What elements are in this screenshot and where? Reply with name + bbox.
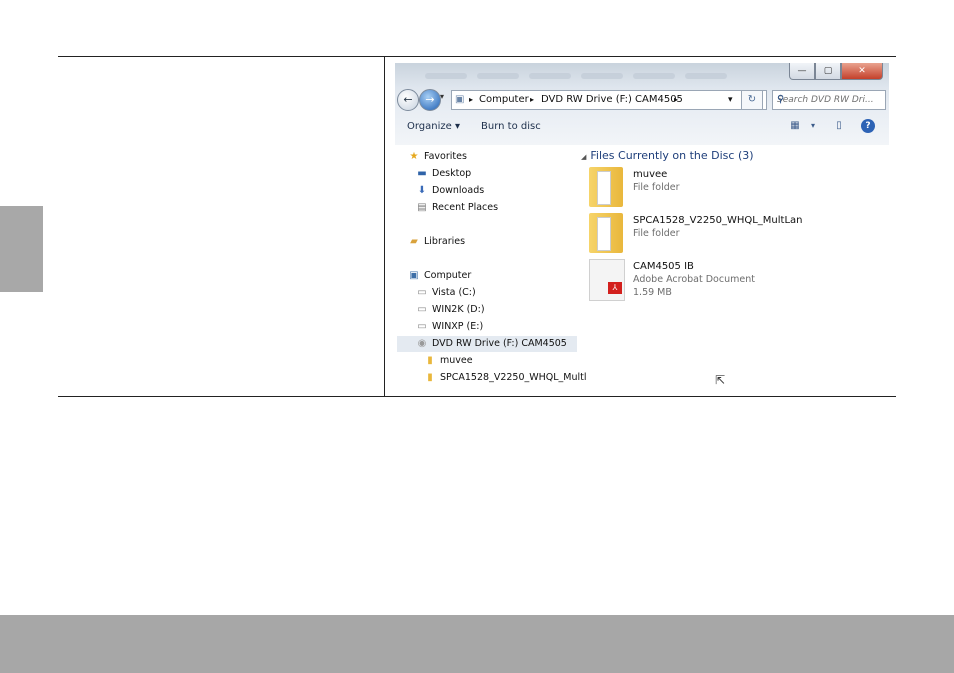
address-dropdown-icon[interactable]: ▾ bbox=[728, 91, 733, 109]
libraries-icon: ▰ bbox=[410, 236, 418, 247]
pdf-document-icon: ⅄ bbox=[589, 259, 625, 301]
recent-places-icon: ▤ bbox=[417, 202, 427, 213]
nav-favorites[interactable]: ★ Favorites bbox=[407, 149, 467, 165]
table-column-divider bbox=[384, 57, 385, 396]
hard-drive-icon: ▭ bbox=[417, 287, 427, 298]
navigation-row: ← → ▾ ▣ ▸ Computer ▸ DVD RW Drive (F:) C… bbox=[397, 88, 887, 112]
file-type: File folder bbox=[633, 182, 680, 193]
file-name: SPCA1528_V2250_WHQL_MultLan bbox=[633, 215, 803, 226]
acrobat-icon: ⅄ bbox=[608, 282, 622, 294]
nav-recent-places-label: Recent Places bbox=[432, 202, 499, 213]
address-bar[interactable]: ▣ ▸ Computer ▸ DVD RW Drive (F:) CAM4505… bbox=[451, 90, 767, 110]
file-size: 1.59 MB bbox=[633, 287, 672, 298]
nav-drive-e-label: WINXP (E:) bbox=[432, 321, 484, 332]
back-arrow-icon: ← bbox=[403, 93, 413, 106]
file-list: ◢ Files Currently on the Disc (3) muvee F… bbox=[579, 145, 889, 389]
downloads-icon: ⬇ bbox=[417, 185, 427, 196]
file-type: Adobe Acrobat Document bbox=[633, 274, 755, 285]
nav-downloads-label: Downloads bbox=[432, 185, 485, 196]
back-button[interactable]: ← bbox=[397, 89, 419, 111]
nav-drive-e[interactable]: ▭ WINXP (E:) bbox=[415, 319, 483, 335]
folder-icon: ▮ bbox=[427, 355, 433, 366]
nav-dvd-drive[interactable]: ◉ DVD RW Drive (F:) CAM4505 bbox=[415, 336, 567, 352]
nav-libraries[interactable]: ▰ Libraries bbox=[407, 234, 465, 250]
nav-folder-spca-label: SPCA1528_V2250_WHQL_Multl bbox=[440, 372, 587, 383]
nav-recent-places[interactable]: ▤ Recent Places bbox=[415, 200, 498, 216]
blurred-title-area bbox=[425, 73, 727, 79]
search-icon[interactable]: ⚲ bbox=[777, 91, 882, 109]
file-item-spca[interactable]: SPCA1528_V2250_WHQL_MultLan File folder bbox=[589, 213, 889, 257]
forward-button[interactable]: → bbox=[419, 89, 441, 111]
dvd-drive-icon: ◉ bbox=[417, 338, 427, 349]
mouse-cursor-icon: ⇱ bbox=[715, 373, 726, 387]
collapse-triangle-icon[interactable]: ◢ bbox=[581, 153, 586, 161]
nav-drive-c-label: Vista (C:) bbox=[432, 287, 476, 298]
nav-drive-d[interactable]: ▭ WIN2K (D:) bbox=[415, 302, 485, 318]
views-dropdown-icon[interactable]: ▾ bbox=[805, 119, 821, 133]
search-input[interactable]: Search DVD RW Dri... ⚲ bbox=[772, 90, 886, 110]
breadcrumb-computer[interactable]: Computer bbox=[479, 91, 529, 109]
desktop-icon: ▬ bbox=[417, 168, 427, 179]
nav-favorites-label: Favorites bbox=[424, 151, 467, 162]
help-icon[interactable]: ? bbox=[861, 119, 875, 133]
refresh-button[interactable]: ↻ bbox=[741, 90, 763, 110]
nav-computer[interactable]: ▣ Computer bbox=[407, 268, 471, 284]
recent-pages-dropdown-icon[interactable]: ▾ bbox=[440, 92, 444, 101]
file-item-cam4505[interactable]: ⅄ CAM4505 IB Adobe Acrobat Document 1.59… bbox=[589, 259, 889, 303]
hard-drive-icon: ▭ bbox=[417, 321, 427, 332]
group-header-label: Files Currently on the Disc (3) bbox=[590, 149, 754, 162]
change-view-icon[interactable]: ▦ bbox=[787, 119, 803, 133]
minimize-button[interactable]: — bbox=[789, 63, 815, 80]
forward-arrow-icon: → bbox=[425, 93, 435, 106]
maximize-button[interactable]: ▢ bbox=[815, 63, 841, 80]
breadcrumb-separator-icon[interactable]: ▸ bbox=[674, 91, 678, 109]
nav-drive-c[interactable]: ▭ Vista (C:) bbox=[415, 285, 476, 301]
folder-icon: ▮ bbox=[427, 372, 433, 383]
nav-downloads[interactable]: ⬇ Downloads bbox=[415, 183, 484, 199]
explorer-window: — ▢ ✕ ← → ▾ ▣ ▸ Computer ▸ DVD RW Drive … bbox=[395, 63, 889, 389]
hard-drive-icon: ▭ bbox=[417, 304, 427, 315]
computer-icon: ▣ bbox=[409, 270, 419, 281]
close-button[interactable]: ✕ bbox=[841, 63, 883, 80]
burn-to-disc-button[interactable]: Burn to disc bbox=[481, 115, 541, 139]
file-name: CAM4505 IB bbox=[633, 261, 694, 272]
nav-folder-spca[interactable]: ▮ SPCA1528_V2250_WHQL_Multl bbox=[423, 370, 587, 386]
nav-drive-d-label: WIN2K (D:) bbox=[432, 304, 485, 315]
nav-libraries-label: Libraries bbox=[424, 236, 466, 247]
folder-icon bbox=[589, 213, 623, 253]
title-bar: — ▢ ✕ ← → ▾ ▣ ▸ Computer ▸ DVD RW Drive … bbox=[395, 63, 889, 145]
nav-folder-muvee-label: muvee bbox=[440, 355, 473, 366]
file-item-muvee[interactable]: muvee File folder bbox=[589, 167, 889, 211]
organize-menu[interactable]: Organize ▾ bbox=[407, 115, 460, 139]
file-type: File folder bbox=[633, 228, 680, 239]
navigation-pane: ★ Favorites ▬ Desktop ⬇ Downloads ▤ Recent P… bbox=[395, 145, 587, 389]
star-icon: ★ bbox=[409, 151, 419, 162]
command-bar: Organize ▾ Burn to disc ▦ ▾ ▯ ? bbox=[395, 115, 889, 139]
window-controls: — ▢ ✕ bbox=[789, 63, 883, 80]
folder-icon bbox=[589, 167, 623, 207]
footer-band bbox=[0, 615, 954, 673]
breadcrumb-separator-icon[interactable]: ▸ bbox=[469, 91, 473, 109]
nav-folder-muvee[interactable]: ▮ muvee bbox=[423, 353, 473, 369]
nav-dvd-drive-label: DVD RW Drive (F:) CAM4505 bbox=[432, 338, 567, 349]
nav-desktop[interactable]: ▬ Desktop bbox=[415, 166, 471, 182]
nav-desktop-label: Desktop bbox=[432, 168, 472, 179]
preview-pane-icon[interactable]: ▯ bbox=[831, 119, 847, 133]
computer-location-icon: ▣ bbox=[455, 94, 465, 105]
side-tab-marker bbox=[0, 206, 43, 292]
group-header[interactable]: ◢ Files Currently on the Disc (3) bbox=[581, 149, 754, 162]
nav-computer-label: Computer bbox=[424, 270, 472, 281]
breadcrumb-dvd-drive[interactable]: DVD RW Drive (F:) CAM4505 bbox=[541, 91, 683, 109]
breadcrumb-separator-icon[interactable]: ▸ bbox=[530, 91, 534, 109]
file-name: muvee bbox=[633, 169, 668, 180]
